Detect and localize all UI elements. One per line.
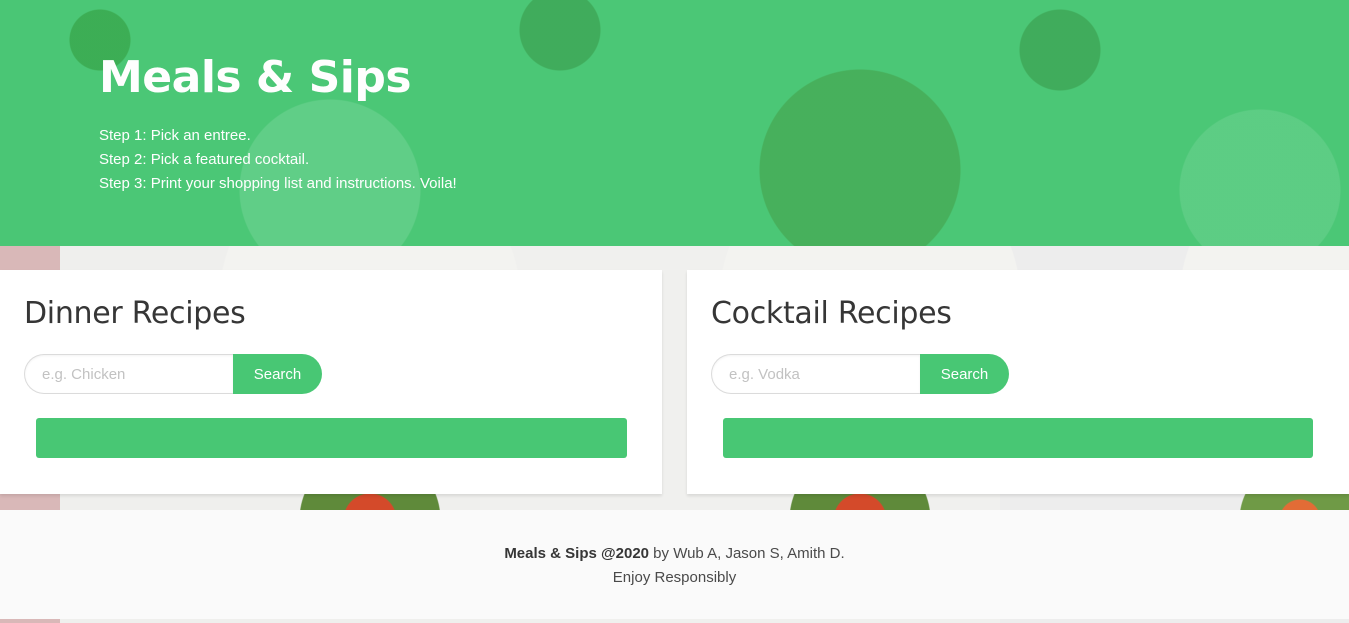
- footer-tagline: Enjoy Responsibly: [612, 569, 737, 586]
- dinner-recipes-title: Dinner Recipes: [24, 296, 246, 331]
- cocktail-search-form: Search: [711, 354, 1009, 394]
- dinner-recipes-card: Dinner Recipes Search: [0, 270, 662, 494]
- footer-credits: Meals & Sips @2020 by Wub A, Jason S, Am…: [0, 542, 1349, 566]
- footer-brand: Meals & Sips @2020: [504, 545, 650, 562]
- dinner-search-form: Search: [24, 354, 322, 394]
- dinner-search-input[interactable]: [24, 354, 233, 394]
- step-1-text: Step 1: Pick an entree.: [99, 127, 251, 144]
- step-3-text: Step 3: Print your shopping list and ins…: [99, 175, 457, 192]
- cocktail-recipes-title: Cocktail Recipes: [711, 296, 952, 331]
- cocktail-results-bar[interactable]: [723, 418, 1313, 458]
- footer-content: Meals & Sips @2020 by Wub A, Jason S, Am…: [0, 510, 1349, 590]
- cocktail-search-input[interactable]: [711, 354, 920, 394]
- dinner-results-bar[interactable]: [36, 418, 627, 458]
- hero-banner: Meals & Sips Step 1: Pick an entree. Ste…: [0, 0, 1349, 246]
- cocktail-search-button[interactable]: Search: [920, 354, 1009, 394]
- site-title: Meals & Sips: [99, 52, 412, 103]
- hero-content: Meals & Sips Step 1: Pick an entree. Ste…: [99, 48, 457, 196]
- footer-authors: by Wub A, Jason S, Amith D.: [649, 545, 845, 562]
- footer: Meals & Sips @2020 by Wub A, Jason S, Am…: [0, 510, 1349, 619]
- step-2-text: Step 2: Pick a featured cocktail.: [99, 151, 310, 168]
- instruction-steps: Step 1: Pick an entree. Step 2: Pick a f…: [99, 124, 457, 196]
- cocktail-recipes-card: Cocktail Recipes Search: [687, 270, 1349, 494]
- dinner-search-button[interactable]: Search: [233, 354, 322, 394]
